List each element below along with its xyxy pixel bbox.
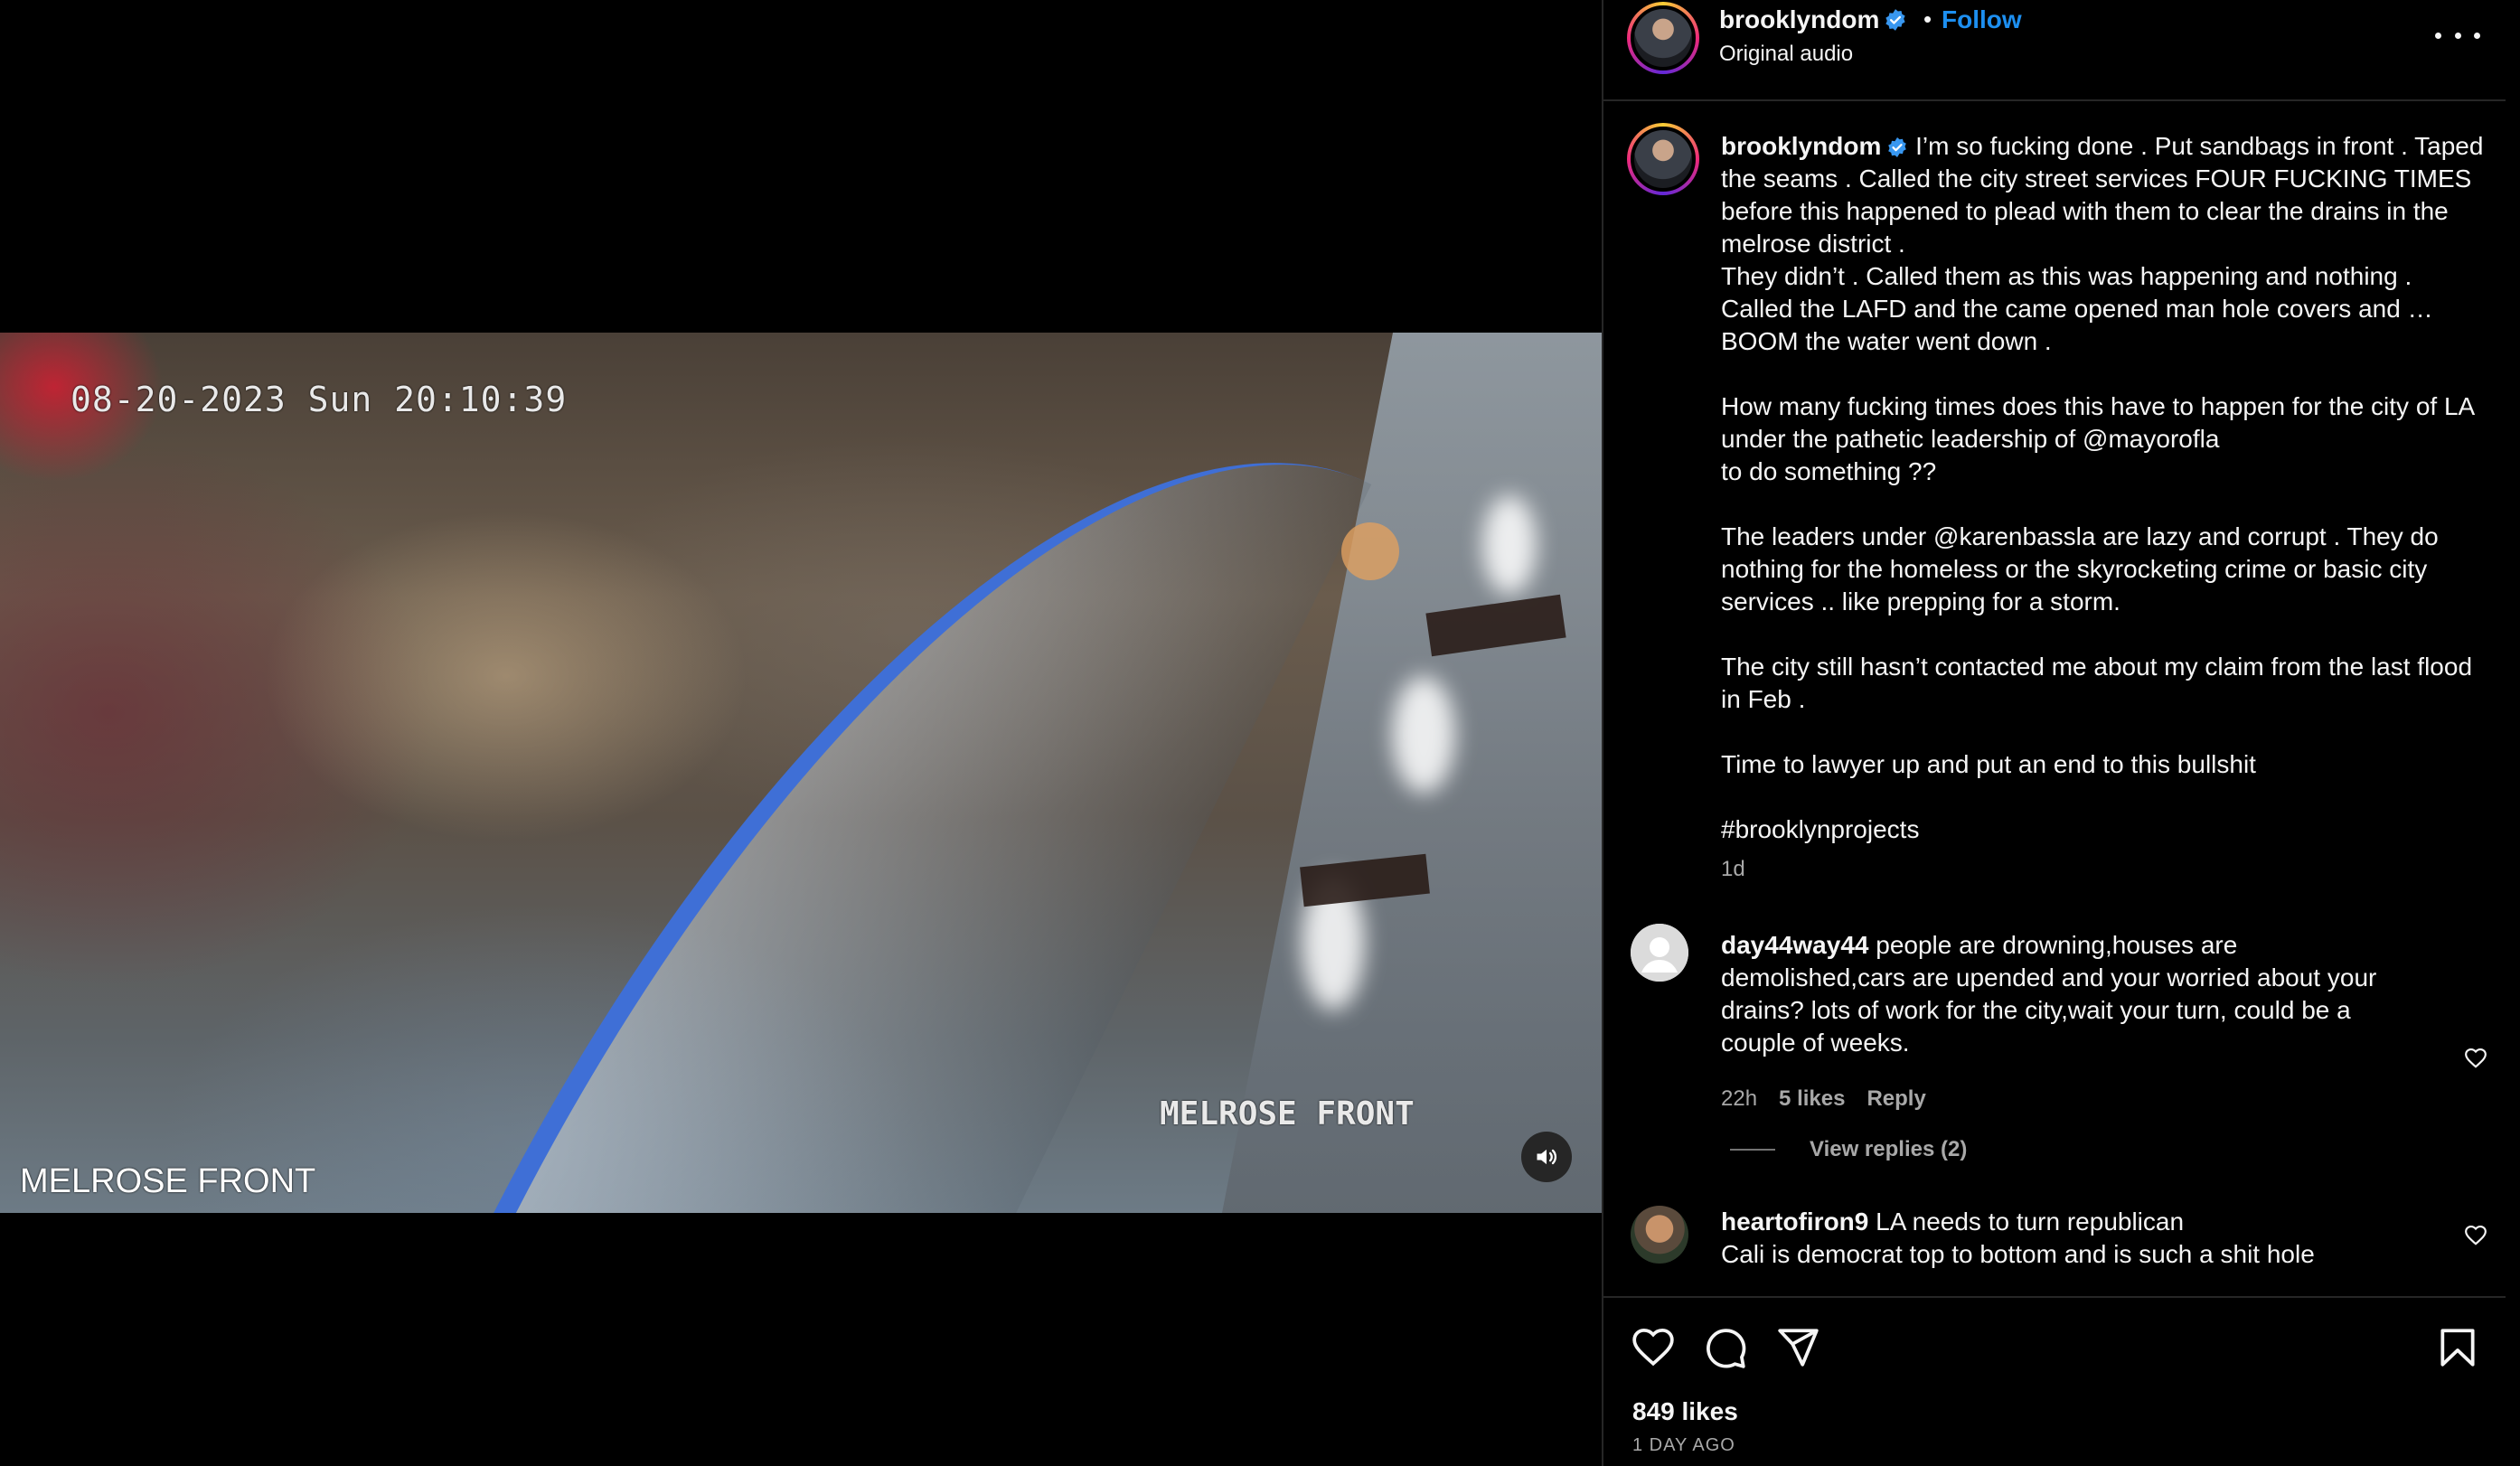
caption-username[interactable]: brooklyndom [1721,132,1881,160]
bookmark-icon[interactable] [2435,1325,2480,1370]
post-header: brooklyndom • Follow Original audio [1603,0,2506,101]
avatar[interactable] [1631,1206,1688,1264]
comment-text: day44way44 people are drowning,houses ar… [1721,929,2408,1059]
comment-username[interactable]: day44way44 [1721,931,1868,959]
post-caption: brooklyndom I’m so fucking done . Put sa… [1721,130,2489,846]
like-heart-icon[interactable] [1631,1325,1676,1370]
curb-edge [473,333,1372,1213]
post-age: 1 DAY AGO [1632,1435,1735,1455]
view-replies-label: View replies (2) [1810,1137,1968,1161]
post-side-panel: brooklyndom • Follow Original audio broo… [1602,0,2506,1466]
author-username[interactable]: brooklyndom [1719,5,1879,34]
post-actions: 849 likes 1 DAY AGO [1603,1296,2506,1466]
comment-bubble-icon[interactable] [1703,1325,1748,1370]
video-player[interactable]: 08-20-2023 Sun 20:10:39 MELROSE FRONT ME… [0,333,1602,1213]
audio-link[interactable]: Original audio [1719,42,1853,67]
avatar[interactable] [1627,123,1699,195]
heart-outline-icon[interactable] [2464,1224,2487,1247]
camera-overlay-label: MELROSE FRONT [1160,1095,1415,1132]
avatar[interactable] [1631,924,1688,982]
reply-divider-line [1730,1149,1775,1151]
caption-text: I’m so fucking done . Put sandbags in fr… [1721,132,2484,843]
light-reflection [1482,495,1537,595]
camera-timestamp: 08-20-2023 Sun 20:10:39 [71,380,568,419]
mute-toggle-button[interactable] [1521,1132,1572,1182]
comment-username[interactable]: heartofiron9 [1721,1208,1868,1236]
caption-timestamp: 1d [1721,857,1745,881]
default-avatar-icon [1631,924,1688,982]
verified-badge-icon [1888,137,1907,157]
comment-meta: 22h 5 likes Reply [1721,1086,1926,1112]
more-dot-icon [2454,32,2461,39]
media-area: 08-20-2023 Sun 20:10:39 MELROSE FRONT ME… [0,0,1602,1466]
more-dot-icon [2435,32,2441,39]
camera-name-label: MELROSE FRONT [20,1162,316,1200]
likes-count[interactable]: 849 likes [1632,1397,1738,1426]
light-reflection [1392,676,1455,794]
view-replies-button[interactable]: View replies (2) [1730,1137,1967,1162]
follow-button[interactable]: Follow [1942,5,2022,34]
speaker-icon [1537,1149,1557,1165]
comments-section[interactable]: brooklyndom I’m so fucking done . Put sa… [1603,103,2506,1296]
separator-dot: • [1923,5,1932,33]
avatar[interactable] [1627,2,1699,74]
share-paper-plane-icon[interactable] [1775,1325,1820,1370]
heart-outline-icon[interactable] [2464,1047,2487,1070]
comment-likes-count[interactable]: 5 likes [1779,1086,1845,1112]
more-options-button[interactable] [2435,22,2480,49]
reply-button[interactable]: Reply [1866,1086,1925,1112]
street-sign [1341,522,1399,580]
comment-time: 22h [1721,1086,1758,1111]
comment-text: heartofiron9 LA needs to turn republican… [1721,1206,2408,1271]
more-dot-icon [2474,32,2480,39]
verified-badge-icon [1885,9,1905,31]
